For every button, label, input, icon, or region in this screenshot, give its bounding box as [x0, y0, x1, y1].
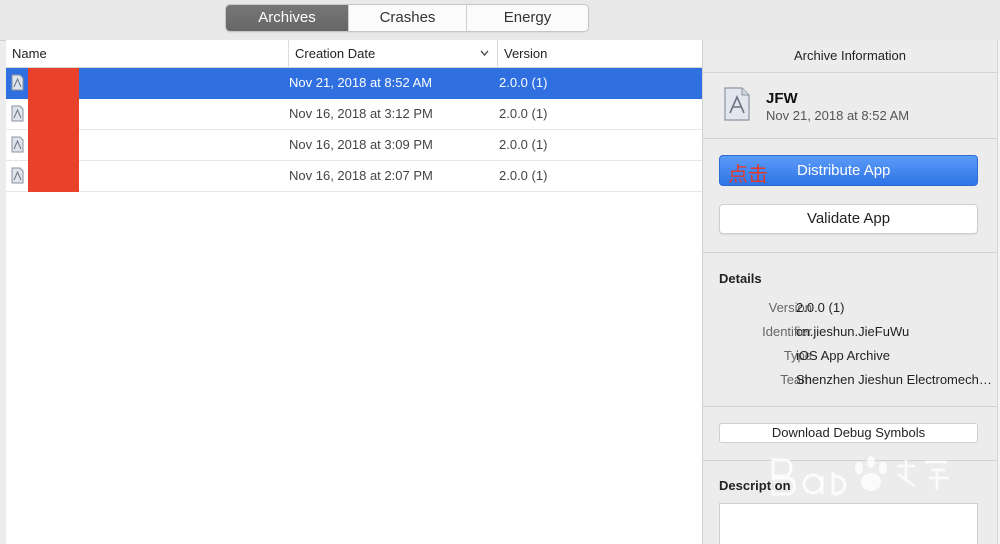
row-date: Nov 16, 2018 at 3:12 PM — [289, 106, 433, 121]
archive-file-icon — [11, 105, 24, 122]
table-row[interactable]: Nov 21, 2018 at 8:52 AM 2.0.0 (1) — [6, 68, 702, 99]
archive-name: JFW — [766, 90, 798, 107]
tab-energy[interactable]: Energy — [466, 5, 588, 31]
redacted-name — [28, 130, 79, 161]
download-debug-symbols-button[interactable]: Download Debug Symbols — [719, 423, 978, 443]
archive-info-panel: Archive Information JFW Nov 21, 2018 at … — [703, 40, 997, 544]
distribute-app-button[interactable]: 点击 Distribute App — [719, 155, 978, 186]
column-header-version[interactable]: Version — [497, 40, 702, 67]
list-header: Name Creation Date Version — [6, 40, 702, 68]
panel-title: Archive Information — [703, 40, 997, 73]
detail-value: iOS App Archive — [796, 348, 890, 363]
redacted-name — [28, 68, 79, 99]
divider — [703, 406, 997, 407]
detail-value: cn.jieshun.JieFuWu — [796, 324, 910, 339]
distribute-app-label: Distribute App — [797, 162, 891, 179]
row-version: 2.0.0 (1) — [499, 168, 548, 183]
description-field[interactable] — [719, 503, 978, 544]
archive-list: Name Creation Date Version Nov 21, 2018 … — [6, 40, 703, 544]
description-title: Description — [719, 478, 791, 493]
column-header-label: Creation Date — [295, 46, 376, 61]
toolbar: Archives Crashes Energy — [0, 0, 1000, 41]
archive-date: Nov 21, 2018 at 8:52 AM — [766, 108, 910, 123]
row-date: Nov 21, 2018 at 8:52 AM — [289, 75, 433, 90]
column-header-name[interactable]: Name — [6, 40, 288, 67]
divider — [703, 460, 997, 461]
archive-file-icon — [11, 74, 24, 91]
row-version: 2.0.0 (1) — [499, 137, 548, 152]
row-date: Nov 16, 2018 at 2:07 PM — [289, 168, 433, 183]
segmented-control: Archives Crashes Energy — [225, 4, 589, 32]
redacted-name — [28, 99, 79, 130]
redacted-name — [28, 161, 79, 192]
row-date: Nov 16, 2018 at 3:09 PM — [289, 137, 433, 152]
tab-archives[interactable]: Archives — [226, 5, 348, 31]
tab-crashes[interactable]: Crashes — [348, 5, 466, 31]
divider — [703, 138, 997, 139]
click-annotation: 点击 — [728, 162, 768, 186]
column-header-creation-date[interactable]: Creation Date — [288, 40, 497, 67]
detail-team: Team Shenzhen Jieshun Electromechanical — [719, 372, 995, 394]
details-title: Details — [719, 271, 762, 286]
divider — [703, 252, 997, 253]
archive-file-icon — [11, 136, 24, 153]
row-version: 2.0.0 (1) — [499, 75, 548, 90]
validate-app-button[interactable]: Validate App — [719, 204, 978, 234]
detail-identifier: Identifier cn.jieshun.JieFuWu — [719, 324, 995, 346]
table-row[interactable]: Nov 16, 2018 at 3:09 PM 2.0.0 (1) — [6, 130, 702, 161]
detail-type: Type iOS App Archive — [719, 348, 995, 370]
table-row[interactable]: Nov 16, 2018 at 2:07 PM 2.0.0 (1) — [6, 161, 702, 192]
table-row[interactable]: Nov 16, 2018 at 3:12 PM 2.0.0 (1) — [6, 99, 702, 130]
detail-version: Version 2.0.0 (1) — [719, 300, 995, 322]
archive-icon — [724, 87, 750, 121]
detail-value: Shenzhen Jieshun Electromechanical — [796, 372, 995, 387]
detail-value: 2.0.0 (1) — [796, 300, 845, 315]
archive-file-icon — [11, 167, 24, 184]
row-version: 2.0.0 (1) — [499, 106, 548, 121]
